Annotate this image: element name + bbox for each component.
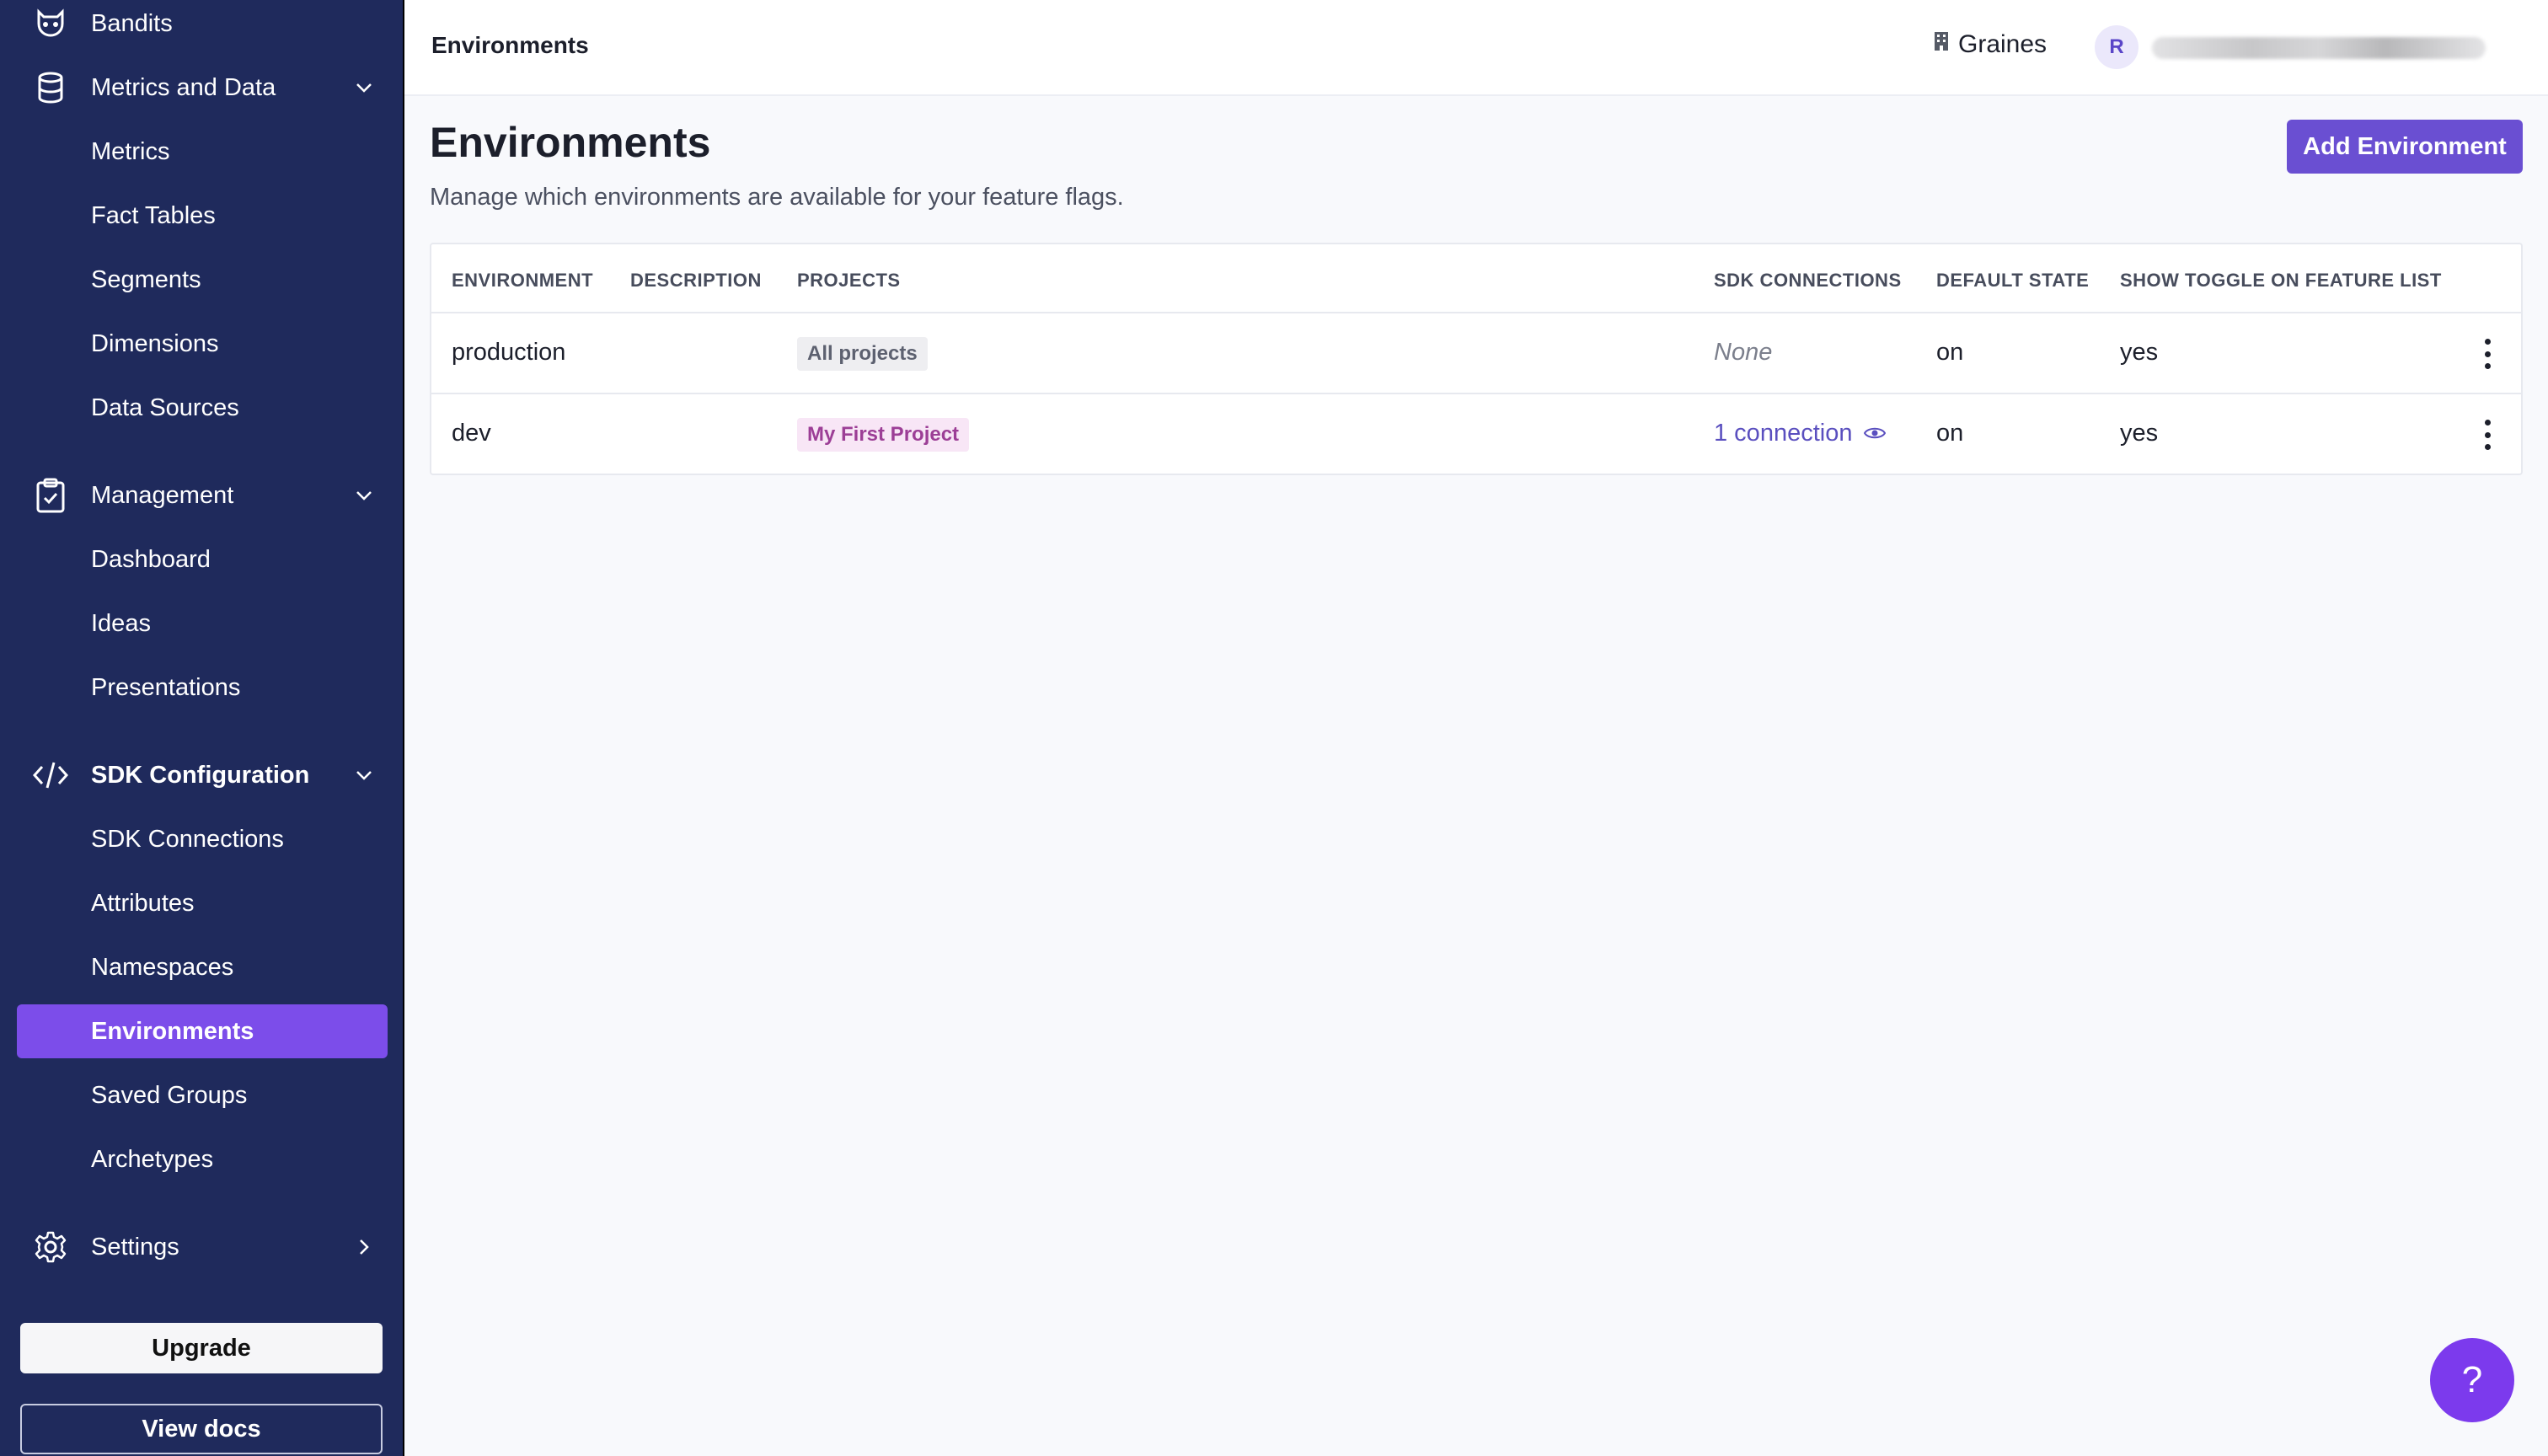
avatar[interactable]: R <box>2095 25 2138 69</box>
sidebar: Bandits Metrics and Data Metrics Fact Ta… <box>0 0 404 1456</box>
building-icon <box>1933 30 1950 59</box>
add-environment-button[interactable]: Add Environment <box>2287 120 2523 174</box>
nav-group-label: SDK Configuration <box>91 761 310 789</box>
chevron-down-icon[interactable] <box>352 485 376 506</box>
nav-group-management[interactable]: Management <box>0 468 403 522</box>
sidebar-item-dashboard[interactable]: Dashboard <box>17 533 388 586</box>
environment-name: production <box>452 339 566 366</box>
column-header-description[interactable]: DESCRIPTION <box>630 270 762 292</box>
project-badge: My First Project <box>797 418 970 452</box>
nav-group-label: Settings <box>91 1233 179 1261</box>
environments-table: ENVIRONMENT DESCRIPTION PROJECTS SDK CON… <box>430 243 2523 475</box>
sidebar-item-label: Ideas <box>91 609 151 637</box>
nav-group-label: Metrics and Data <box>91 73 276 101</box>
column-header-sdk-connections[interactable]: SDK CONNECTIONS <box>1714 270 1902 292</box>
more-options-icon[interactable] <box>2479 420 2496 450</box>
nav-group-label: Bandits <box>91 9 173 37</box>
nav-group-metrics-and-data[interactable]: Metrics and Data <box>0 61 403 115</box>
sidebar-item-label: Archetypes <box>91 1145 214 1173</box>
column-header-default-state[interactable]: DEFAULT STATE <box>1936 270 2089 292</box>
database-icon <box>32 72 69 104</box>
chevron-down-icon[interactable] <box>352 78 376 98</box>
sidebar-item-dimensions[interactable]: Dimensions <box>17 317 388 371</box>
sidebar-item-environments[interactable]: Environments <box>17 1004 388 1058</box>
more-options-icon[interactable] <box>2479 339 2496 369</box>
table-row: dev My First Project 1 connection on yes <box>431 393 2521 474</box>
sidebar-item-label: Saved Groups <box>91 1081 248 1109</box>
view-docs-button[interactable]: View docs <box>20 1404 383 1454</box>
sidebar-item-label: SDK Connections <box>91 825 284 853</box>
sidebar-item-label: Fact Tables <box>91 201 216 229</box>
user-name-redacted[interactable] <box>2152 37 2486 59</box>
chevron-down-icon[interactable] <box>352 765 376 785</box>
top-bar: Environments Graines R <box>404 0 2548 96</box>
upgrade-button[interactable]: Upgrade <box>20 1323 383 1373</box>
help-button[interactable]: ? <box>2430 1338 2514 1422</box>
default-state-value: on <box>1936 420 1964 447</box>
clipboard-check-icon <box>32 478 69 513</box>
code-icon <box>32 760 69 790</box>
eye-icon[interactable] <box>1864 420 1887 447</box>
sidebar-item-saved-groups[interactable]: Saved Groups <box>17 1068 388 1122</box>
sidebar-item-attributes[interactable]: Attributes <box>17 876 388 930</box>
sidebar-item-namespaces[interactable]: Namespaces <box>17 940 388 994</box>
sidebar-item-label: Environments <box>91 1017 254 1045</box>
sidebar-item-sdk-connections[interactable]: SDK Connections <box>17 812 388 866</box>
raccoon-icon <box>32 8 69 39</box>
page-subtitle: Manage which environments are available … <box>430 184 1124 211</box>
table-row: production All projects None on yes <box>431 312 2521 393</box>
chevron-right-icon[interactable] <box>352 1237 376 1257</box>
page-title: Environments <box>430 119 711 166</box>
sidebar-item-presentations[interactable]: Presentations <box>17 661 388 715</box>
sidebar-item-archetypes[interactable]: Archetypes <box>17 1132 388 1186</box>
sidebar-item-fact-tables[interactable]: Fact Tables <box>17 189 388 243</box>
environment-name: dev <box>452 420 491 447</box>
org-name: Graines <box>1958 30 2048 58</box>
sdk-connections-value: None <box>1714 339 1773 366</box>
sdk-connections-value: 1 connection <box>1714 420 1853 447</box>
sidebar-item-label: Data Sources <box>91 393 239 421</box>
sidebar-item-label: Dashboard <box>91 545 211 573</box>
org-switcher[interactable]: Graines <box>1933 30 2047 59</box>
show-toggle-value: yes <box>2120 420 2159 447</box>
sidebar-item-label: Namespaces <box>91 953 234 981</box>
sidebar-item-segments[interactable]: Segments <box>17 253 388 307</box>
sidebar-item-ideas[interactable]: Ideas <box>17 597 388 650</box>
sidebar-item-label: Presentations <box>91 673 241 701</box>
sidebar-item-label: Attributes <box>91 889 195 917</box>
sidebar-item-label: Dimensions <box>91 329 219 357</box>
gear-icon <box>32 1231 69 1263</box>
sidebar-item-label: Segments <box>91 265 201 293</box>
column-header-show-toggle[interactable]: SHOW TOGGLE ON FEATURE LIST <box>2120 270 2442 292</box>
sidebar-item-label: Metrics <box>91 137 170 165</box>
topbar-title: Environments <box>431 32 589 58</box>
default-state-value: on <box>1936 339 1964 366</box>
sidebar-item-data-sources[interactable]: Data Sources <box>17 381 388 435</box>
nav-group-label: Management <box>91 481 234 509</box>
sidebar-item-metrics[interactable]: Metrics <box>17 125 388 179</box>
show-toggle-value: yes <box>2120 339 2159 366</box>
nav-group-settings[interactable]: Settings <box>0 1220 403 1274</box>
nav-group-sdk-configuration[interactable]: SDK Configuration <box>0 748 403 802</box>
sdk-connections-link[interactable]: 1 connection <box>1714 420 1887 447</box>
column-header-environment[interactable]: ENVIRONMENT <box>452 270 593 292</box>
column-header-projects[interactable]: PROJECTS <box>797 270 901 292</box>
project-badge: All projects <box>797 337 928 371</box>
nav-group-bandits[interactable]: Bandits <box>0 0 403 51</box>
